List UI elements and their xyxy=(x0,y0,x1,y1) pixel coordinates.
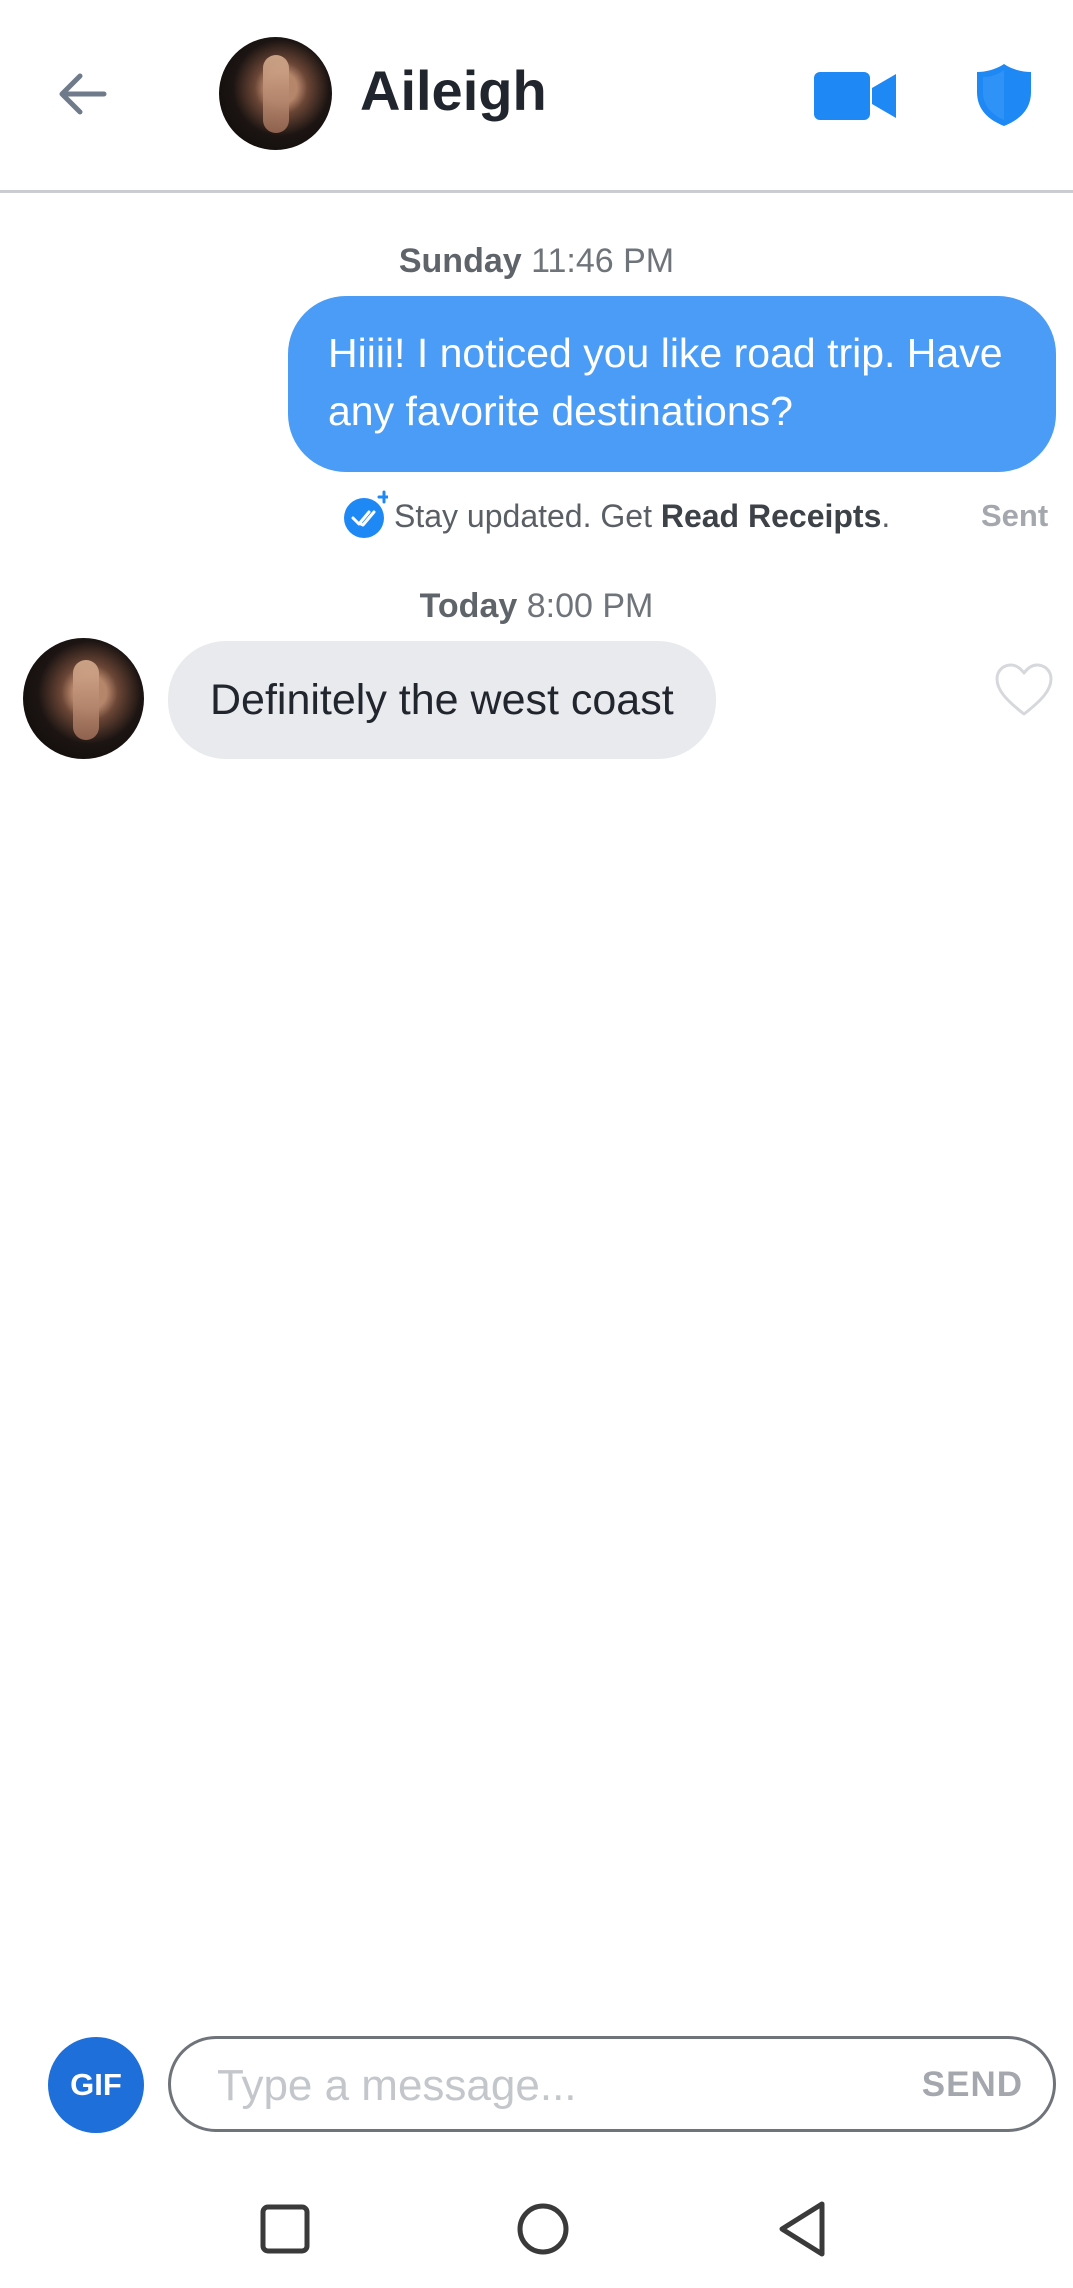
video-call-icon[interactable] xyxy=(814,70,896,122)
contact-avatar[interactable] xyxy=(219,37,332,150)
read-receipts-text: Stay updated. Get Read Receipts. xyxy=(394,498,890,535)
heart-icon[interactable] xyxy=(994,662,1054,718)
recents-square-icon[interactable] xyxy=(250,2194,320,2264)
send-button[interactable]: SEND xyxy=(922,2065,1023,2105)
timestamp-day: Today xyxy=(419,587,518,625)
chat-header: Aileigh xyxy=(0,0,1073,193)
message-timestamp: Sunday 11:46 PM xyxy=(0,242,1073,281)
timestamp-time: 8:00 PM xyxy=(526,587,654,625)
home-circle-icon[interactable] xyxy=(508,2194,578,2264)
read-receipts-link[interactable]: Read Receipts xyxy=(661,498,882,534)
message-input[interactable] xyxy=(215,2057,819,2115)
receipt-prefix: Stay updated. Get xyxy=(394,498,661,534)
outgoing-message-bubble[interactable]: Hiiii! I noticed you like road trip. Hav… xyxy=(288,296,1056,472)
timestamp-day: Sunday xyxy=(398,242,522,280)
safety-shield-icon[interactable] xyxy=(975,62,1033,128)
back-arrow-icon[interactable] xyxy=(52,62,116,126)
sender-avatar[interactable] xyxy=(23,638,144,759)
back-triangle-icon[interactable] xyxy=(768,2194,838,2264)
contact-name[interactable]: Aileigh xyxy=(360,58,547,123)
system-navigation-bar xyxy=(0,2168,1073,2288)
message-status: Sent xyxy=(981,498,1049,533)
read-receipts-promo[interactable]: Stay updated. Get Read Receipts. xyxy=(342,490,1062,540)
incoming-message-bubble[interactable]: Definitely the west coast xyxy=(168,641,716,759)
receipt-suffix: . xyxy=(881,498,891,534)
message-input-box[interactable]: SEND xyxy=(168,2036,1056,2132)
gif-button[interactable]: GIF xyxy=(48,2037,144,2133)
timestamp-time: 11:46 PM xyxy=(531,242,675,280)
read-receipt-check-icon xyxy=(344,490,388,538)
message-timestamp: Today 8:00 PM xyxy=(0,587,1073,626)
